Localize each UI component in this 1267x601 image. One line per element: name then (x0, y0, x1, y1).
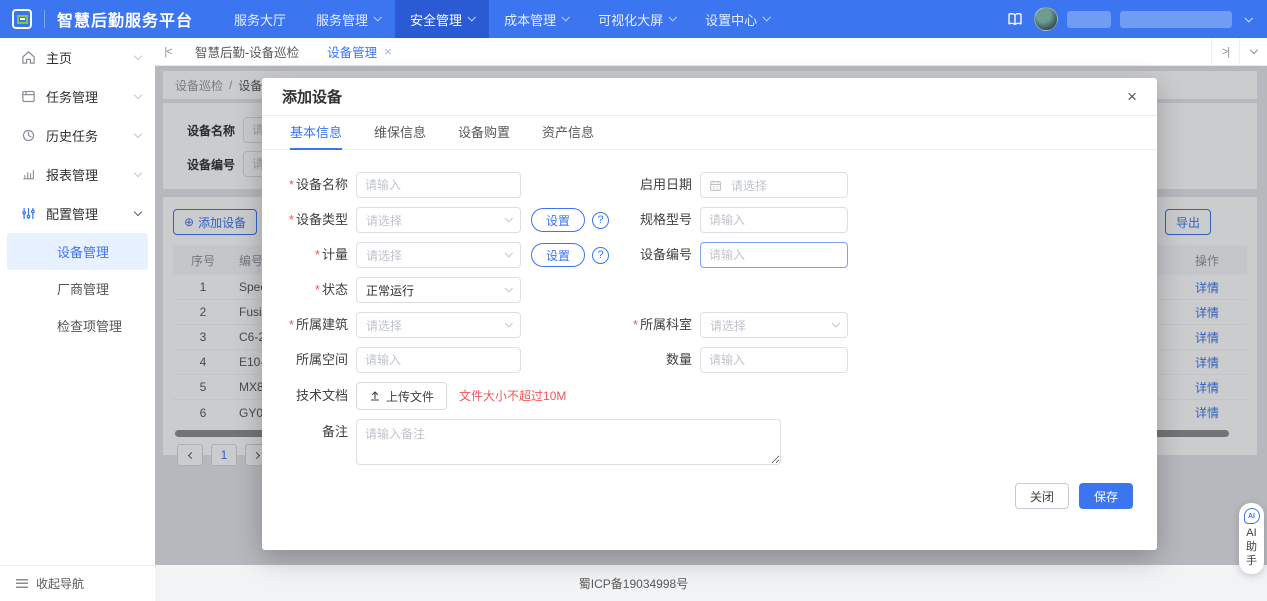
tab-device-mgmt[interactable]: 设备管理× (313, 38, 406, 66)
sidebar-nav: 主页 任务管理 历史任务 报表管理 配置管理 设备管理 厂商管理 检查项管理 (0, 38, 155, 565)
home-icon (20, 50, 36, 66)
calendar-icon (709, 179, 722, 192)
tab-device-inspection[interactable]: 智慧后勤-设备巡检 (181, 38, 313, 66)
sidebar-subitem-device-mgmt[interactable]: 设备管理 (7, 233, 148, 270)
measure-label: *计量 (282, 242, 348, 268)
department-label: *所属科室 (614, 312, 692, 338)
chevron-icon (134, 91, 142, 99)
modal-tab-basic-info[interactable]: 基本信息 (290, 116, 342, 150)
collapse-nav-button[interactable]: 收起导航 (0, 565, 155, 601)
history-icon (20, 128, 36, 144)
icp-text: 蜀ICP备19034998号 (579, 575, 688, 592)
device-name-input[interactable] (356, 172, 521, 198)
sidebar-subitem-vendor-mgmt[interactable]: 厂商管理 (7, 270, 148, 307)
top-navbar: 智慧后勤服务平台 服务大厅 服务管理 安全管理 成本管理 可视化大屏 设置中心 (0, 0, 1267, 38)
upload-file-button[interactable]: 上传文件 (356, 382, 447, 410)
chevron-down-icon (562, 13, 570, 21)
chevron-icon (134, 169, 142, 177)
ai-icon: AI (1244, 508, 1260, 524)
tech-doc-label: 技术文档 (282, 383, 348, 409)
page-footer: 蜀ICP备19034998号 (0, 565, 1267, 601)
upload-icon (369, 390, 381, 402)
modal-close-button[interactable]: 关闭 (1015, 483, 1069, 509)
status-select[interactable]: 正常运行 (356, 277, 521, 303)
add-device-modal: 添加设备 × 基本信息 维保信息 设备购置 资产信息 *设备名称 启用日期 请选… (262, 78, 1157, 550)
device-type-label: *设备类型 (282, 207, 348, 233)
modal-tab-asset-info[interactable]: 资产信息 (542, 116, 594, 150)
chevron-down-icon (669, 13, 677, 21)
redacted-org-block (1120, 11, 1232, 28)
modal-save-button[interactable]: 保存 (1079, 483, 1133, 509)
chevron-down-icon (763, 13, 771, 21)
enable-date-label: 启用日期 (614, 172, 692, 198)
measure-settings-button[interactable]: 设置 (531, 243, 585, 267)
user-menu-caret-icon[interactable] (1244, 14, 1252, 22)
building-label: *所属建筑 (282, 312, 348, 338)
report-icon (20, 167, 36, 183)
spec-model-label: 规格型号 (614, 207, 692, 233)
chevron-down-icon (374, 13, 382, 21)
chevron-down-icon (468, 13, 476, 21)
upload-size-hint: 文件大小不超过10M (459, 382, 566, 410)
spec-model-input[interactable] (700, 207, 848, 233)
help-icon[interactable]: ? (592, 212, 609, 229)
menu-item-service-mgmt[interactable]: 服务管理 (301, 0, 395, 38)
handbook-icon[interactable] (1005, 9, 1025, 29)
space-label: 所属空间 (282, 347, 348, 373)
modal-tab-maintenance-info[interactable]: 维保信息 (374, 116, 426, 150)
space-input[interactable] (356, 347, 521, 373)
sidebar-item-config-mgmt[interactable]: 配置管理 (0, 194, 155, 233)
collapse-nav-icon (16, 579, 28, 588)
chevron-down-icon (134, 208, 142, 216)
sidebar-item-report-mgmt[interactable]: 报表管理 (0, 155, 155, 194)
help-icon[interactable]: ? (592, 247, 609, 264)
building-select[interactable]: 请选择 (356, 312, 521, 338)
page-tab-bar: |< 智慧后勤-设备巡检 设备管理× >| (155, 38, 1267, 66)
close-tab-icon[interactable]: × (384, 44, 392, 59)
device-type-select[interactable]: 请选择 (356, 207, 521, 233)
menu-item-service-hall[interactable]: 服务大厅 (219, 0, 301, 38)
menu-item-visual-screen[interactable]: 可视化大屏 (583, 0, 690, 38)
menu-item-security-mgmt[interactable]: 安全管理 (395, 0, 489, 38)
tasks-icon (20, 89, 36, 105)
sidebar-subitem-checkitem-mgmt[interactable]: 检查项管理 (7, 307, 148, 344)
tab-list-dropdown-icon[interactable] (1239, 38, 1267, 66)
sidebar-item-history-tasks[interactable]: 历史任务 (0, 116, 155, 155)
modal-title: 添加设备 (282, 86, 342, 107)
sidebar-item-home[interactable]: 主页 (0, 38, 155, 77)
quantity-label: 数量 (614, 347, 692, 373)
device-type-settings-button[interactable]: 设置 (531, 208, 585, 232)
user-avatar[interactable] (1034, 7, 1058, 31)
modal-close-icon[interactable]: × (1127, 88, 1137, 105)
config-icon (20, 206, 36, 222)
status-label: *状态 (282, 277, 348, 303)
menu-item-settings-center[interactable]: 设置中心 (690, 0, 784, 38)
divider (44, 10, 45, 28)
quantity-input[interactable] (700, 347, 848, 373)
app-title: 智慧后勤服务平台 (57, 7, 193, 31)
scroll-tabs-right-icon[interactable]: >| (1211, 38, 1239, 66)
chevron-icon (134, 130, 142, 138)
app-logo-icon (12, 9, 32, 29)
device-name-label: *设备名称 (282, 172, 348, 198)
remark-textarea[interactable] (356, 419, 781, 465)
ai-assistant-button[interactable]: AI AI 助 手 (1239, 503, 1264, 574)
menu-item-cost-mgmt[interactable]: 成本管理 (489, 0, 583, 38)
modal-tab-purchase-info[interactable]: 设备购置 (458, 116, 510, 150)
device-no-input[interactable] (700, 242, 848, 268)
enable-date-picker[interactable]: 请选择 (700, 172, 848, 198)
scroll-tabs-left-icon[interactable]: |< (155, 46, 181, 58)
department-select[interactable]: 请选择 (700, 312, 848, 338)
main-menu: 服务大厅 服务管理 安全管理 成本管理 可视化大屏 设置中心 (219, 0, 784, 38)
device-no-label: 设备编号 (614, 242, 692, 268)
chevron-icon (134, 52, 142, 60)
redacted-username-block (1067, 11, 1111, 28)
measure-select[interactable]: 请选择 (356, 242, 521, 268)
remark-label: 备注 (282, 419, 348, 445)
sidebar-item-task-mgmt[interactable]: 任务管理 (0, 77, 155, 116)
